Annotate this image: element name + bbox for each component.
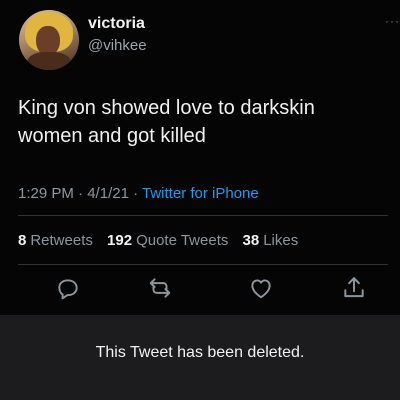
quote-tweets-label: Quote Tweets [136,232,229,249]
tweet-header: victoria @vihkee ··· [17,6,399,76]
tweet-screen: victoria @vihkee ··· King von showed lov… [0,0,400,400]
retweets-stat[interactable]: 8 Retweets [18,232,93,249]
reply-icon[interactable] [55,275,81,301]
tweet-time[interactable]: 1:29 PM [18,185,74,202]
quote-tweets-count: 192 [107,232,133,249]
avatar[interactable] [19,10,79,70]
like-icon[interactable] [248,275,274,301]
tweet-stats: 8 Retweets 192 Quote Tweets 38 Likes [18,232,308,249]
meta-separator: · [78,185,84,202]
share-icon[interactable] [341,275,367,301]
deleted-tweet-banner: This Tweet has been deleted. [0,315,400,400]
likes-stat[interactable]: 38 Likes [243,232,299,249]
quote-tweets-stat[interactable]: 192 Quote Tweets [107,232,228,249]
tweet-text-line: women and got killed [18,125,206,147]
avatar-body [27,52,71,70]
divider [18,215,388,216]
tweet-source[interactable]: Twitter for iPhone [142,185,259,202]
retweet-icon[interactable] [147,275,173,301]
author-handle[interactable]: @vihkee [88,37,147,54]
retweets-count: 8 [18,232,27,249]
retweets-label: Retweets [30,232,93,249]
likes-label: Likes [263,232,299,249]
more-dots-icon[interactable]: ··· [385,14,400,28]
likes-count: 38 [242,232,260,249]
tweet-text: King von showed love to darkskin women a… [18,94,388,150]
tweet-date[interactable]: 4/1/21 [87,185,129,202]
tweet-text-line: King von showed love to darkskin [18,97,315,119]
author-name[interactable]: victoria [88,15,145,33]
meta-separator: · [133,185,139,202]
tweet-actions [0,275,400,305]
deleted-message: This Tweet has been deleted. [95,344,305,361]
divider [18,264,388,265]
tweet-meta: 1:29 PM · 4/1/21 · Twitter for iPhone [18,185,259,202]
